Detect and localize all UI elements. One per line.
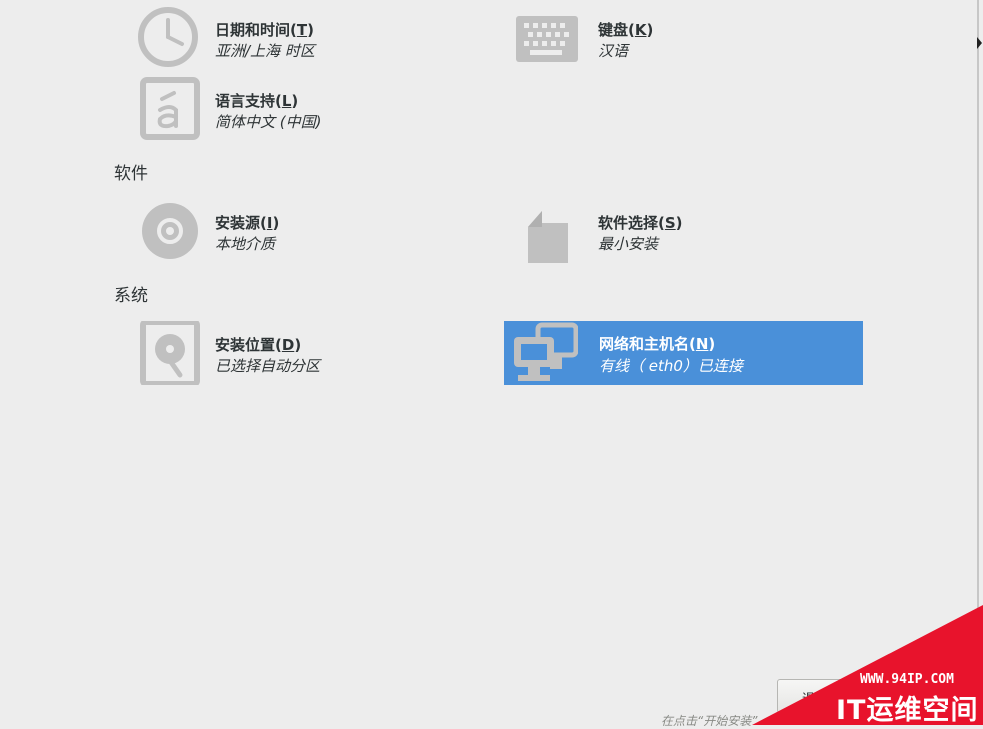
- spoke-title: 软件选择(S): [598, 214, 683, 232]
- watermark-brand: IT运维空间: [836, 695, 979, 726]
- package-icon: [528, 211, 568, 263]
- footer-hint: 在点击“开始安装”: [661, 714, 758, 728]
- spoke-title: 语言支持(L): [215, 92, 299, 110]
- spoke-language[interactable]: 语言支持(L) 简体中文 (中国): [136, 77, 495, 141]
- network-icon: [514, 322, 578, 381]
- spoke-software-selection[interactable]: 软件选择(S) 最小安装: [514, 199, 873, 263]
- spoke-datetime[interactable]: 日期和时间(T) 亚洲/上海 时区: [136, 6, 495, 70]
- section-header-system: 系统: [114, 286, 148, 306]
- spoke-status: 汉语: [598, 42, 629, 60]
- spoke-title: 键盘(K): [598, 21, 654, 39]
- keyboard-icon: [516, 16, 578, 62]
- harddisk-icon: [140, 321, 200, 385]
- spoke-status: 最小安装: [598, 235, 659, 253]
- spoke-title: 日期和时间(T): [215, 21, 314, 39]
- language-icon: [140, 77, 200, 140]
- right-edge-divider: [977, 0, 979, 725]
- spoke-keyboard[interactable]: 键盘(K) 汉语: [514, 6, 873, 70]
- clock-icon: [138, 7, 198, 67]
- disc-icon: [142, 203, 198, 259]
- spoke-title: 安装源(I): [215, 214, 280, 232]
- spoke-status: 已选择自动分区: [215, 357, 321, 375]
- spoke-status: 简体中文 (中国): [215, 113, 322, 131]
- watermark-url: WWW.94IP.COM: [860, 672, 954, 687]
- spoke-title: 网络和主机名(N): [599, 335, 716, 353]
- spoke-title: 安装位置(D): [215, 336, 302, 354]
- spoke-status: 本地介质: [215, 235, 276, 253]
- spoke-install-source[interactable]: 安装源(I) 本地介质: [136, 199, 495, 263]
- spoke-network-hostname[interactable]: 网络和主机名(N) 有线（ eth0）已连接: [504, 321, 863, 385]
- spoke-install-destination[interactable]: 安装位置(D) 已选择自动分区: [136, 321, 495, 385]
- spoke-status: 有线（ eth0）已连接: [599, 357, 743, 375]
- spoke-status: 亚洲/上海 时区: [215, 42, 315, 60]
- section-header-software: 软件: [114, 164, 148, 184]
- pointer-arrow-icon: [977, 37, 982, 49]
